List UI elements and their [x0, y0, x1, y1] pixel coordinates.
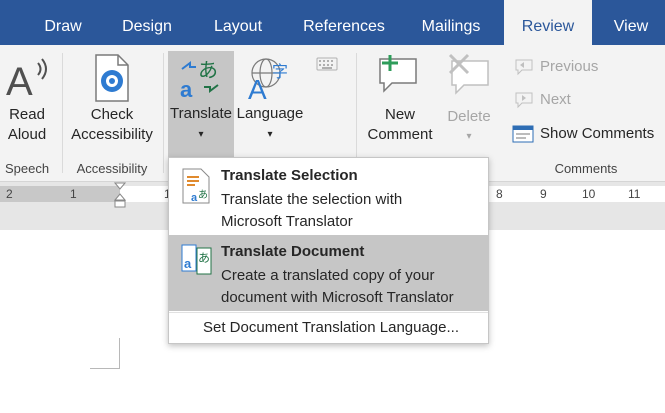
delete-dropdown-arrow-icon: ▾ [466, 131, 472, 142]
next-comment-button[interactable]: Next [512, 89, 632, 111]
svg-text:A: A [248, 74, 267, 103]
delete-comment-icon [448, 53, 489, 95]
language-button[interactable]: A 字 Language ▾ [236, 45, 304, 155]
translate-dropdown-arrow-icon: ▾ [198, 129, 204, 140]
translate-label: Translate [170, 105, 232, 122]
ruler-left-margin [0, 186, 120, 202]
delete-label: Delete [447, 108, 491, 125]
tab-references[interactable]: References [296, 0, 392, 45]
translate-selection-icon: a あ [182, 168, 210, 204]
delete-comment-button[interactable]: Delete ▾ [440, 45, 498, 155]
translate-selection-desc-1: Translate the selection with [221, 191, 403, 208]
translate-document-icon: a あ [181, 244, 212, 275]
group-label-comments: Comments [554, 161, 618, 176]
svg-text:a: a [191, 192, 198, 204]
check-accessibility-label-1: Check [90, 106, 134, 123]
ruler-number: 8 [496, 187, 503, 201]
group-label-speech: Speech [4, 161, 50, 176]
translate-document-desc-1: Create a translated copy of your [221, 267, 435, 284]
previous-label: Previous [540, 58, 599, 75]
crop-mark [119, 338, 120, 368]
svg-text:A: A [6, 60, 33, 103]
tab-layout[interactable]: Layout [204, 0, 272, 45]
group-separator [62, 53, 63, 173]
ruler-number: 9 [540, 187, 547, 201]
translate-selection-title: Translate Selection [221, 167, 358, 184]
translate-button[interactable]: a あ Translate ▾ [168, 51, 234, 157]
show-comments-icon [512, 125, 534, 143]
ruler-number: 11 [628, 187, 641, 201]
svg-text:a: a [184, 256, 192, 271]
svg-text:a: a [180, 77, 193, 101]
ruler-number: 2 [6, 187, 13, 201]
read-aloud-label-1: Read [9, 106, 45, 123]
accessibility-check-icon [95, 54, 129, 102]
translate-icon: a あ [180, 58, 219, 101]
new-comment-icon [379, 55, 417, 93]
svg-text:字: 字 [272, 62, 288, 81]
new-comment-button[interactable]: New Comment [362, 45, 438, 155]
indent-marker-icon[interactable] [114, 182, 126, 208]
keyboard-icon[interactable] [316, 57, 338, 71]
translate-selection-item[interactable]: a あ Translate Selection Translate the se… [169, 158, 488, 234]
new-comment-label-1: New [384, 106, 415, 123]
tab-view[interactable]: View [604, 0, 658, 45]
svg-text:あ: あ [198, 58, 218, 82]
ruler-number: 1 [70, 187, 77, 201]
show-comments-button[interactable]: Show Comments [512, 123, 662, 145]
tab-mailings[interactable]: Mailings [412, 0, 490, 45]
translate-dropdown-menu: a あ Translate Selection Translate the se… [168, 157, 489, 344]
check-accessibility-label-2: Accessibility [71, 126, 153, 143]
read-aloud-button[interactable]: A Read Aloud [0, 45, 54, 155]
svg-text:あ: あ [198, 189, 208, 201]
crop-mark [90, 368, 120, 369]
group-label-accessibility: Accessibility [76, 161, 148, 176]
language-dropdown-arrow-icon: ▾ [267, 129, 273, 140]
tab-review[interactable]: Review [504, 0, 592, 45]
tab-design[interactable]: Design [112, 0, 182, 45]
new-comment-label-2: Comment [367, 126, 433, 143]
ruler-number: 10 [582, 187, 596, 201]
group-separator [356, 53, 357, 173]
ribbon-tab-bar: Draw Design Layout References Mailings R… [0, 0, 665, 45]
group-separator [163, 53, 164, 173]
translate-selection-desc-2: Microsoft Translator [221, 213, 353, 230]
translate-document-title: Translate Document [221, 243, 365, 260]
next-label: Next [540, 91, 571, 108]
translate-document-desc-2: document with Microsoft Translator [221, 289, 454, 306]
menu-divider [169, 312, 488, 313]
translate-document-item[interactable]: a あ Translate Document Create a translat… [169, 235, 488, 311]
check-accessibility-button[interactable]: Check Accessibility [66, 45, 158, 155]
previous-comment-button[interactable]: Previous [512, 56, 632, 78]
read-aloud-label-2: Aloud [7, 126, 47, 143]
previous-comment-icon [515, 59, 533, 76]
next-comment-icon [515, 92, 533, 109]
show-comments-label: Show Comments [540, 125, 655, 142]
language-label: Language [236, 105, 304, 122]
read-aloud-icon: A [6, 58, 47, 103]
svg-text:あ: あ [198, 251, 210, 265]
set-document-translation-language-item[interactable]: Set Document Translation Language... [203, 319, 459, 336]
tab-draw[interactable]: Draw [34, 0, 92, 45]
language-icon: A 字 [248, 58, 288, 103]
